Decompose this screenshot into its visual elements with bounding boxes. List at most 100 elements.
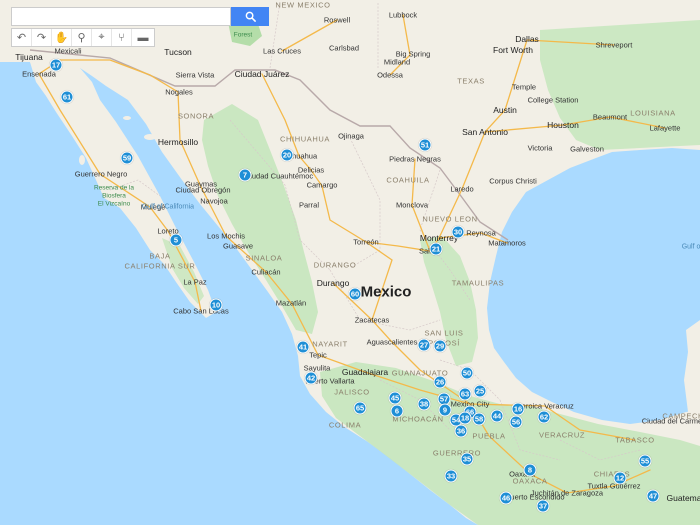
search-button[interactable] — [231, 7, 269, 26]
map-label-bigcity: Fort Worth — [493, 45, 533, 55]
map-label-city: Ciudad Cuauhtémoc — [244, 171, 314, 181]
map-label-city: Roswell — [323, 15, 351, 25]
map-label-state: COLIMA — [328, 420, 362, 430]
map-marker-44[interactable]: 44 — [490, 409, 504, 423]
undo-icon[interactable]: ↶ — [12, 29, 32, 46]
map-label-city: Victoria — [527, 143, 553, 153]
map-marker-30[interactable]: 30 — [451, 225, 465, 239]
map-label-city: Tuxtla Gutiérrez — [587, 481, 641, 491]
map-label-city: Temple — [511, 82, 537, 92]
map-label-city: Nogales — [165, 87, 193, 97]
tiburon-island — [144, 134, 156, 140]
map-marker-47[interactable]: 47 — [646, 489, 660, 503]
map-label-state: VERACRUZ — [538, 430, 586, 440]
map-label-city: Carlsbad — [328, 43, 360, 53]
map-label-city: Zacatecas — [354, 315, 390, 325]
map-marker-63[interactable]: 63 — [458, 387, 472, 401]
map-label-bigcity: Hermosillo — [157, 137, 199, 147]
map-label-city: Matamoros — [488, 238, 526, 248]
map-marker-59[interactable]: 59 — [120, 151, 134, 165]
map-label-water: Gulf of — [681, 243, 700, 251]
map-marker-45[interactable]: 45 — [388, 391, 402, 405]
hand-icon[interactable]: ✋ — [52, 29, 72, 46]
map-label-city: Shreveport — [595, 40, 633, 50]
map-label-green: Biosfera — [102, 192, 126, 200]
map-label-state: CALIFORNIA SUR — [124, 261, 196, 271]
map-marker-38[interactable]: 38 — [417, 397, 431, 411]
map-label-state: SAN LUIS — [424, 328, 464, 338]
map-label-bigcity: Tijuana — [15, 52, 43, 62]
map-label-city: College Station — [527, 95, 579, 105]
map-marker-36[interactable]: 36 — [454, 424, 468, 438]
map-marker-7[interactable]: 7 — [238, 168, 252, 182]
add-marker-icon[interactable]: ⚲ — [72, 29, 92, 46]
map-label-city: Ojinaga — [338, 131, 364, 141]
redo-icon[interactable]: ↷ — [32, 29, 52, 46]
map-marker-61[interactable]: 61 — [60, 90, 74, 104]
map-label-city: Tepic — [309, 350, 327, 360]
map-label-city: Ensenada — [22, 69, 56, 79]
map-marker-60[interactable]: 60 — [348, 287, 362, 301]
map-marker-56[interactable]: 56 — [509, 415, 523, 429]
map-marker-21[interactable]: 21 — [429, 242, 443, 256]
map-label-city: La Paz — [183, 277, 207, 287]
map-marker-17[interactable]: 17 — [49, 58, 63, 72]
map-label-city: Piedras Negras — [389, 154, 441, 164]
map-marker-29[interactable]: 29 — [433, 339, 447, 353]
map-label-bigcity: Ciudad Juárez — [234, 69, 290, 79]
map-marker-46[interactable]: 46 — [499, 491, 513, 505]
map-label-bigcity: Austin — [493, 105, 517, 115]
ruler-icon[interactable]: ▬ — [132, 29, 154, 46]
map-marker-42[interactable]: 42 — [304, 371, 318, 385]
map-label-city: Mexicali — [54, 46, 82, 56]
map-label-city: Lafayette — [649, 123, 681, 133]
map-marker-26[interactable]: 26 — [433, 375, 447, 389]
map-marker-16[interactable]: 16 — [511, 402, 525, 416]
map-marker-41[interactable]: 41 — [296, 340, 310, 354]
map-marker-5[interactable]: 5 — [169, 233, 183, 247]
map-label-state: TEXAS — [457, 76, 485, 86]
map-label-bigcity: Durango — [316, 278, 350, 288]
map-marker-18[interactable]: 18 — [458, 411, 472, 425]
directions-icon[interactable]: ⑂ — [112, 29, 132, 46]
map-marker-35[interactable]: 35 — [460, 452, 474, 466]
map-label-city: Heroica Veracruz — [516, 401, 574, 411]
map-label-city: Beaumont — [592, 112, 628, 122]
map-label-city: Torreón — [353, 237, 379, 247]
map-marker-37[interactable]: 37 — [536, 499, 550, 513]
map-label-state: TAMAULIPAS — [451, 278, 505, 288]
map-label-city: Parral — [298, 200, 320, 210]
map-marker-9[interactable]: 9 — [438, 403, 452, 417]
map-marker-58[interactable]: 58 — [472, 412, 486, 426]
map-label-bigcity: San Antonio — [462, 127, 508, 137]
map-marker-33[interactable]: 33 — [444, 469, 458, 483]
map-label-green: El Vizcaíno — [97, 200, 131, 208]
map-marker-55[interactable]: 55 — [638, 454, 652, 468]
cedros-island — [79, 155, 85, 165]
search-input[interactable] — [11, 7, 231, 26]
map-label-bigcity: Guatema — [666, 493, 700, 503]
map-marker-65[interactable]: 65 — [353, 401, 367, 415]
map-label-state: PUEBLA — [472, 431, 506, 441]
map-label-city: Galveston — [570, 144, 604, 154]
map-marker-12[interactable]: 12 — [613, 471, 627, 485]
drawing-tools: ↶ ↷ ✋ ⚲ ⌖ ⑂ ▬ — [11, 28, 155, 47]
draw-line-icon[interactable]: ⌖ — [92, 29, 112, 46]
map-marker-25[interactable]: 25 — [473, 384, 487, 398]
angel-island — [123, 116, 131, 120]
map-marker-6[interactable]: 6 — [390, 404, 404, 418]
map-label-state: JALISCO — [334, 387, 370, 397]
map-label-state: NUEVO LEON — [422, 214, 478, 224]
map-marker-10[interactable]: 10 — [209, 298, 223, 312]
map-marker-50[interactable]: 50 — [460, 366, 474, 380]
map-label-state: NAYARIT — [312, 339, 348, 349]
search-icon — [245, 11, 256, 22]
map-marker-8[interactable]: 8 — [523, 463, 537, 477]
map-marker-27[interactable]: 27 — [417, 338, 431, 352]
map-marker-20[interactable]: 20 — [280, 148, 294, 162]
map-label-city: Guaymas — [184, 179, 218, 189]
map-label-city: Midland — [383, 57, 411, 67]
map-label-city: Aguascalientes — [366, 337, 418, 347]
map-marker-51[interactable]: 51 — [418, 138, 432, 152]
map-marker-62[interactable]: 62 — [537, 410, 551, 424]
